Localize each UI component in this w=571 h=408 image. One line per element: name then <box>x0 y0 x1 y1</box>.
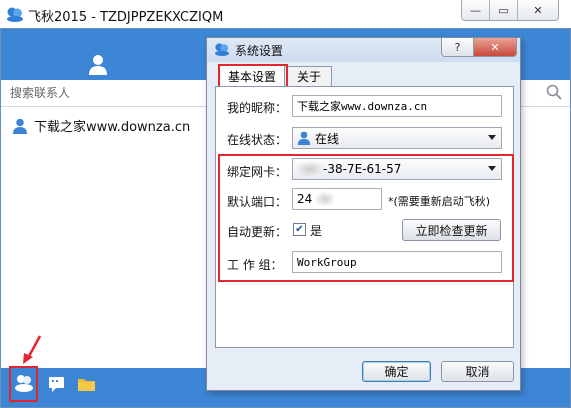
chevron-down-icon <box>488 166 496 171</box>
workgroup-field[interactable]: WorkGroup <box>292 251 502 273</box>
status-user-icon <box>297 131 311 145</box>
status-value: 在线 <box>315 131 340 146</box>
feiq-users-icon[interactable] <box>14 374 34 392</box>
port-label: 默认端口： <box>227 195 288 209</box>
check-update-button[interactable]: 立即检查更新 <box>402 219 501 241</box>
dialog-app-icon <box>215 43 229 56</box>
contact-item[interactable]: 下载之家www.downza.cn <box>12 116 190 135</box>
help-button[interactable]: ? <box>442 38 474 56</box>
nic-select[interactable]: -38-7E-61-57 <box>292 158 502 180</box>
nickname-field[interactable]: 下载之家www.downza.cn <box>292 95 502 117</box>
port-note: *(需要重新启动飞秋) <box>388 195 491 208</box>
workgroup-label: 工 作 组： <box>227 258 283 272</box>
nickname-label: 我的昵称： <box>227 101 288 115</box>
auto-update-checkbox[interactable]: ✔ <box>293 223 306 236</box>
status-select[interactable]: 在线 <box>292 127 502 149</box>
blurred-region <box>314 191 337 207</box>
red-arrow-icon <box>23 335 42 364</box>
contact-name: 下载之家www.downza.cn <box>34 120 191 135</box>
app-logo-icon <box>7 7 23 22</box>
tab-highlight-box <box>218 64 288 88</box>
nic-value: -38-7E-61-57 <box>323 162 402 176</box>
minimize-button[interactable]: — <box>462 0 490 20</box>
search-icon[interactable] <box>546 84 562 100</box>
status-label: 在线状态： <box>227 133 288 147</box>
contact-user-icon <box>13 118 27 134</box>
chevron-down-icon <box>488 135 496 140</box>
window-controls: — ▭ ✕ <box>461 0 559 21</box>
port-value: 24 <box>297 192 313 206</box>
tab-about[interactable]: 关于 <box>286 66 332 86</box>
app-title: 飞秋2015 - TZDJPPZEKXCZIQM <box>28 10 224 25</box>
auto-update-check-label: 是 <box>310 224 323 238</box>
dialog-title: 系统设置 <box>235 44 284 58</box>
port-field[interactable]: 24 <box>292 188 382 210</box>
user-icon[interactable] <box>88 54 108 76</box>
dialog-controls: ? ✕ <box>441 38 517 57</box>
cancel-button[interactable]: 取消 <box>441 361 514 382</box>
nic-label: 绑定网卡： <box>227 165 288 179</box>
chat-icon[interactable] <box>47 375 67 393</box>
ok-button[interactable]: 确定 <box>362 361 431 382</box>
auto-update-label: 自动更新： <box>227 225 288 239</box>
dialog-close-button[interactable]: ✕ <box>474 38 516 56</box>
blurred-region <box>295 161 325 177</box>
restore-button[interactable]: ▭ <box>490 0 518 20</box>
search-input[interactable]: 搜索联系人 <box>10 84 70 101</box>
folder-icon[interactable] <box>77 375 97 393</box>
close-button[interactable]: ✕ <box>518 0 558 20</box>
